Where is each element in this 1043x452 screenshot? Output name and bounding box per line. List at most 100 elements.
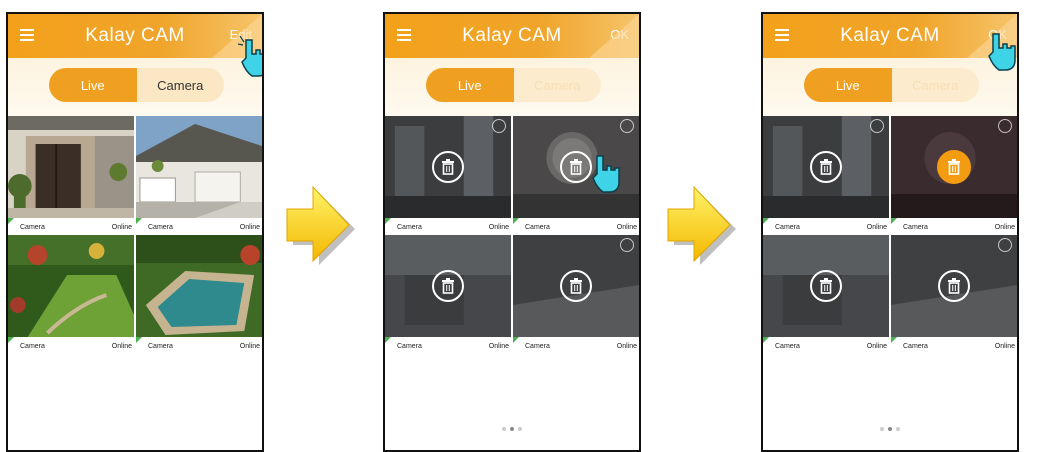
more-dots-icon[interactable] xyxy=(620,119,634,133)
camera-status-row: Camera Online xyxy=(8,337,134,354)
camera-status: Online xyxy=(616,224,637,231)
phone-screen-live-view: Kalay CAM Edit Live Camera xyxy=(6,12,264,452)
camera-grid: Camera Online Camera Online Camera Onlin… xyxy=(763,116,1017,354)
camera-tile[interactable]: Camera Online xyxy=(385,235,511,354)
page-dot-active xyxy=(510,427,514,431)
online-flag-icon xyxy=(513,337,519,343)
camera-tile[interactable]: Camera Online xyxy=(136,235,262,354)
camera-status-row: Camera Online xyxy=(763,337,889,354)
camera-thumbnail xyxy=(763,235,889,337)
camera-name: Camera xyxy=(20,224,45,231)
camera-thumbnail xyxy=(891,116,1017,218)
page-indicator xyxy=(763,418,1017,436)
trash-icon[interactable] xyxy=(432,270,464,302)
camera-thumbnail-pool xyxy=(136,235,262,337)
camera-status: Online xyxy=(866,343,887,350)
camera-name: Camera xyxy=(148,224,173,231)
trash-icon[interactable] xyxy=(810,151,842,183)
camera-tile[interactable]: Camera Online xyxy=(513,235,639,354)
online-flag-icon xyxy=(385,337,391,343)
header-decoration xyxy=(589,14,639,58)
camera-name: Camera xyxy=(525,224,550,231)
camera-status: Online xyxy=(866,224,887,231)
camera-name: Camera xyxy=(397,343,422,350)
online-flag-icon xyxy=(891,337,897,343)
camera-name: Camera xyxy=(525,343,550,350)
camera-thumbnail-garden xyxy=(8,235,134,337)
tab-live[interactable]: Live xyxy=(426,68,514,102)
view-toggle: Live Camera xyxy=(426,68,601,102)
camera-status: Online xyxy=(616,343,637,350)
camera-name: Camera xyxy=(20,343,45,350)
camera-status: Online xyxy=(488,224,509,231)
page-dot xyxy=(896,427,900,431)
tab-camera[interactable]: Camera xyxy=(136,68,224,102)
trash-icon[interactable] xyxy=(810,270,842,302)
camera-status-row: Camera Online xyxy=(385,337,511,354)
online-flag-icon xyxy=(8,218,14,224)
right-arrow-icon xyxy=(286,185,355,265)
right-arrow-icon xyxy=(667,185,736,265)
camera-tile[interactable]: Camera Online xyxy=(763,235,889,354)
trash-icon[interactable] xyxy=(560,270,592,302)
online-flag-icon xyxy=(8,337,14,343)
camera-tile[interactable]: Camera Online xyxy=(891,235,1017,354)
camera-status-row: Camera Online xyxy=(136,337,262,354)
camera-tile[interactable]: Camera Online xyxy=(136,116,262,235)
page-dot xyxy=(518,427,522,431)
camera-thumbnail xyxy=(891,235,1017,337)
camera-grid: Camera Online Camera Online Camera Onlin… xyxy=(8,116,262,354)
app-header: Kalay CAM OK xyxy=(385,14,639,58)
view-toggle: Live Camera xyxy=(49,68,224,102)
pointing-hand-icon xyxy=(238,36,262,77)
phone-screen-edit-mode: Kalay CAM OK Live Camera xyxy=(383,12,641,452)
camera-name: Camera xyxy=(397,224,422,231)
trash-icon[interactable] xyxy=(432,151,464,183)
camera-tile[interactable]: Camera Online xyxy=(8,235,134,354)
camera-thumbnail xyxy=(513,235,639,337)
more-dots-icon[interactable] xyxy=(870,119,884,133)
app-header: Kalay CAM Edit xyxy=(8,14,262,58)
tab-live[interactable]: Live xyxy=(804,68,892,102)
tab-camera[interactable]: Camera xyxy=(513,68,601,102)
online-flag-icon xyxy=(136,337,142,343)
camera-tile[interactable]: Camera Online xyxy=(763,116,889,235)
more-dots-icon[interactable] xyxy=(492,119,506,133)
page-dot-active xyxy=(888,427,892,431)
page-indicator xyxy=(385,418,639,436)
camera-status-row: Camera Online xyxy=(891,218,1017,235)
camera-status-row: Camera Online xyxy=(513,218,639,235)
camera-tile[interactable]: Camera Online xyxy=(8,116,134,235)
camera-status-row: Camera Online xyxy=(763,218,889,235)
phone-screen-delete-selected: Kalay CAM OK Live Camera xyxy=(761,12,1019,452)
tab-live[interactable]: Live xyxy=(49,68,137,102)
camera-status: Online xyxy=(111,343,132,350)
trash-icon[interactable] xyxy=(560,151,592,183)
view-toggle-area: Live Camera xyxy=(763,58,1017,116)
camera-status: Online xyxy=(111,224,132,231)
camera-status-row: Camera Online xyxy=(8,218,134,235)
camera-status: Online xyxy=(488,343,509,350)
trash-icon[interactable] xyxy=(938,270,970,302)
online-flag-icon xyxy=(136,218,142,224)
more-dots-icon[interactable] xyxy=(998,119,1012,133)
camera-status-row: Camera Online xyxy=(891,337,1017,354)
more-dots-icon[interactable] xyxy=(620,238,634,252)
more-dots-icon[interactable] xyxy=(998,238,1012,252)
trash-icon-selected[interactable] xyxy=(937,150,971,184)
camera-tile[interactable]: Camera Online xyxy=(385,116,511,235)
online-flag-icon xyxy=(891,218,897,224)
camera-thumbnail xyxy=(385,116,511,218)
camera-tile[interactable]: Camera Online xyxy=(891,116,1017,235)
online-flag-icon xyxy=(513,218,519,224)
camera-name: Camera xyxy=(903,224,928,231)
app-header: Kalay CAM OK xyxy=(763,14,1017,58)
camera-status: Online xyxy=(239,343,260,350)
pointing-hand-icon xyxy=(988,33,1016,71)
page-dot xyxy=(880,427,884,431)
camera-thumbnail-garage xyxy=(136,116,262,218)
tab-camera[interactable]: Camera xyxy=(891,68,979,102)
camera-status-row: Camera Online xyxy=(513,337,639,354)
camera-status: Online xyxy=(239,224,260,231)
camera-name: Camera xyxy=(148,343,173,350)
